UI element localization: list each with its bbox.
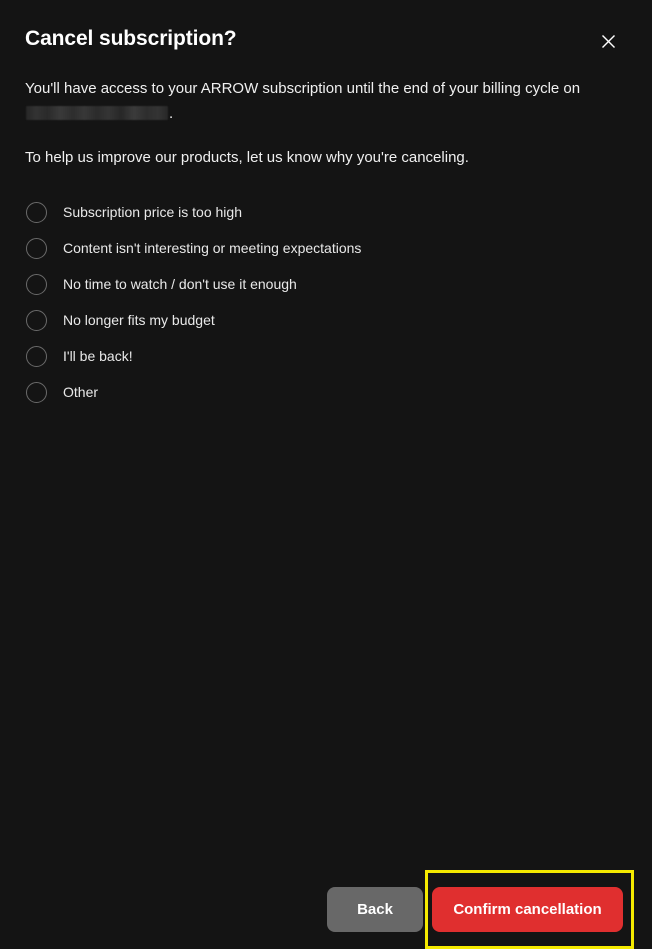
option-row-ill-be-back[interactable]: I'll be back! [25, 343, 615, 369]
option-row-other[interactable]: Other [25, 379, 615, 405]
option-row-no-time-to-watch[interactable]: No time to watch / don't use it enough [25, 271, 615, 297]
option-label: Subscription price is too high [63, 204, 242, 220]
radio-icon[interactable] [26, 381, 47, 403]
cancel-subscription-dialog: Cancel subscription? You'll have access … [0, 0, 652, 949]
cancellation-reason-options: Subscription price is too high Content i… [25, 199, 615, 405]
option-row-content-not-interesting[interactable]: Content isn't interesting or meeting exp… [25, 235, 615, 261]
radio-icon[interactable] [26, 273, 47, 295]
option-row-price-too-high[interactable]: Subscription price is too high [25, 199, 615, 225]
option-label: Content isn't interesting or meeting exp… [63, 240, 362, 256]
dialog-footer: Back Confirm cancellation [0, 438, 652, 949]
confirm-cancellation-button[interactable]: Confirm cancellation [432, 887, 623, 932]
feedback-prompt: To help us improve our products, let us … [25, 149, 469, 166]
redacted-billing-date [26, 106, 168, 120]
close-icon [601, 34, 616, 49]
radio-icon[interactable] [26, 201, 47, 223]
dialog-header: Cancel subscription? [0, 0, 652, 72]
option-label: Other [63, 384, 99, 400]
option-label: I'll be back! [63, 348, 133, 364]
radio-icon[interactable] [26, 237, 47, 259]
close-button[interactable] [594, 27, 623, 56]
back-button[interactable]: Back [327, 887, 423, 932]
option-label: No longer fits my budget [63, 312, 215, 328]
billing-message-prefix: You'll have access to your ARROW subscri… [25, 80, 581, 97]
page-title: Cancel subscription? [25, 27, 237, 50]
billing-message-suffix: . [169, 105, 174, 122]
option-row-no-longer-fits-budget[interactable]: No longer fits my budget [25, 307, 615, 333]
option-label: No time to watch / don't use it enough [63, 276, 297, 292]
radio-icon[interactable] [26, 309, 47, 331]
radio-icon[interactable] [26, 345, 47, 367]
billing-cycle-message: You'll have access to your ARROW subscri… [25, 76, 625, 126]
